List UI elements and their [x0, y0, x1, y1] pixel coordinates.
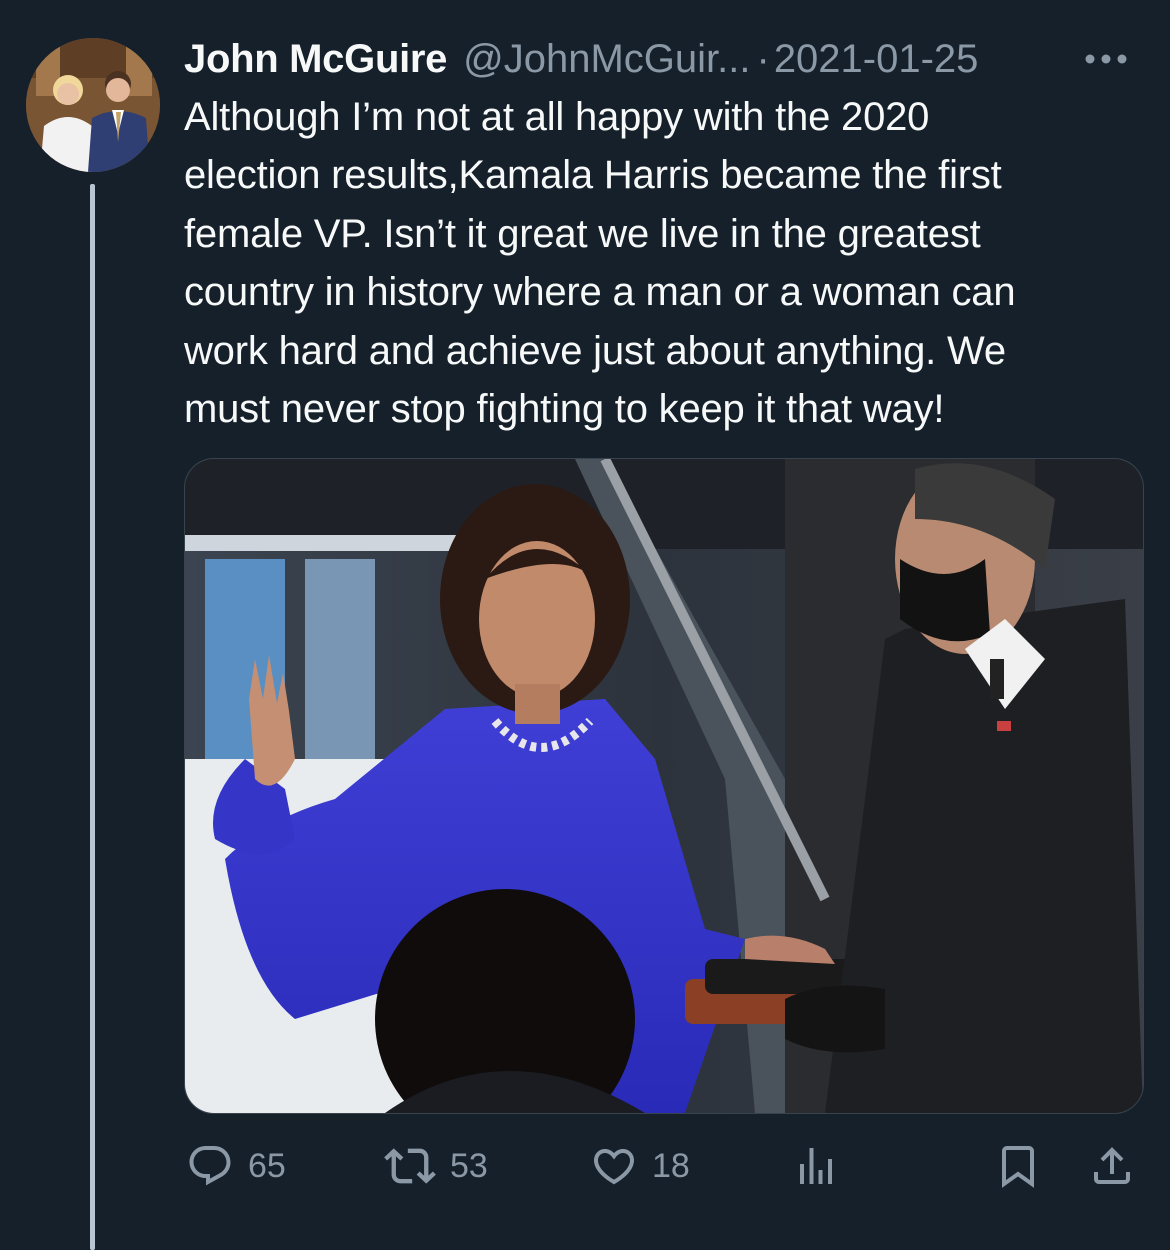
reply-button[interactable]: 65: [186, 1136, 286, 1196]
retweet-icon: [384, 1140, 436, 1192]
avatar[interactable]: [26, 38, 160, 172]
bookmark-icon: [994, 1142, 1042, 1190]
tweet-text-line: election results,Kamala Harris became th…: [184, 153, 1002, 198]
more-horizontal-icon[interactable]: [1078, 36, 1134, 82]
tweet-text-line: Although I’m not at all happy with the 2…: [184, 95, 930, 139]
share-icon: [1088, 1142, 1136, 1190]
tweet-photo[interactable]: [184, 458, 1144, 1114]
retweet-button[interactable]: 53: [384, 1136, 488, 1196]
tweet[interactable]: John McGuire @JohnMcGuir... · 2021-01-25…: [0, 0, 1170, 1250]
views-button[interactable]: [792, 1136, 840, 1196]
like-count: 18: [652, 1146, 690, 1185]
thread-line: [90, 184, 95, 1250]
author-handle[interactable]: @JohnMcGuir...: [463, 37, 750, 82]
tweet-header: John McGuire @JohnMcGuir... · 2021-01-25: [184, 34, 1144, 84]
tweet-date[interactable]: 2021-01-25: [774, 37, 979, 82]
analytics-icon: [792, 1142, 840, 1190]
separator-dot: ·: [756, 36, 770, 81]
reply-icon: [186, 1142, 234, 1190]
tweet-text: Although I’m not at all happy with the 2…: [184, 88, 1144, 438]
retweet-count: 53: [450, 1146, 488, 1185]
heart-icon: [590, 1142, 638, 1190]
author-name[interactable]: John McGuire: [184, 37, 447, 82]
tweet-text-line: work hard and achieve just about anythin…: [184, 328, 1006, 373]
reply-count: 65: [248, 1146, 286, 1185]
tweet-action-bar: 65 53 18: [0, 1136, 1170, 1196]
tweet-text-line: female VP. Isn’t it great we live in the…: [184, 211, 981, 256]
like-button[interactable]: 18: [590, 1136, 690, 1196]
tweet-text-line: country in history where a man or a woma…: [184, 270, 1016, 315]
bookmark-button[interactable]: [994, 1136, 1042, 1196]
share-button[interactable]: [1088, 1136, 1136, 1196]
tweet-text-line: must never stop fighting to keep it that…: [184, 387, 945, 432]
